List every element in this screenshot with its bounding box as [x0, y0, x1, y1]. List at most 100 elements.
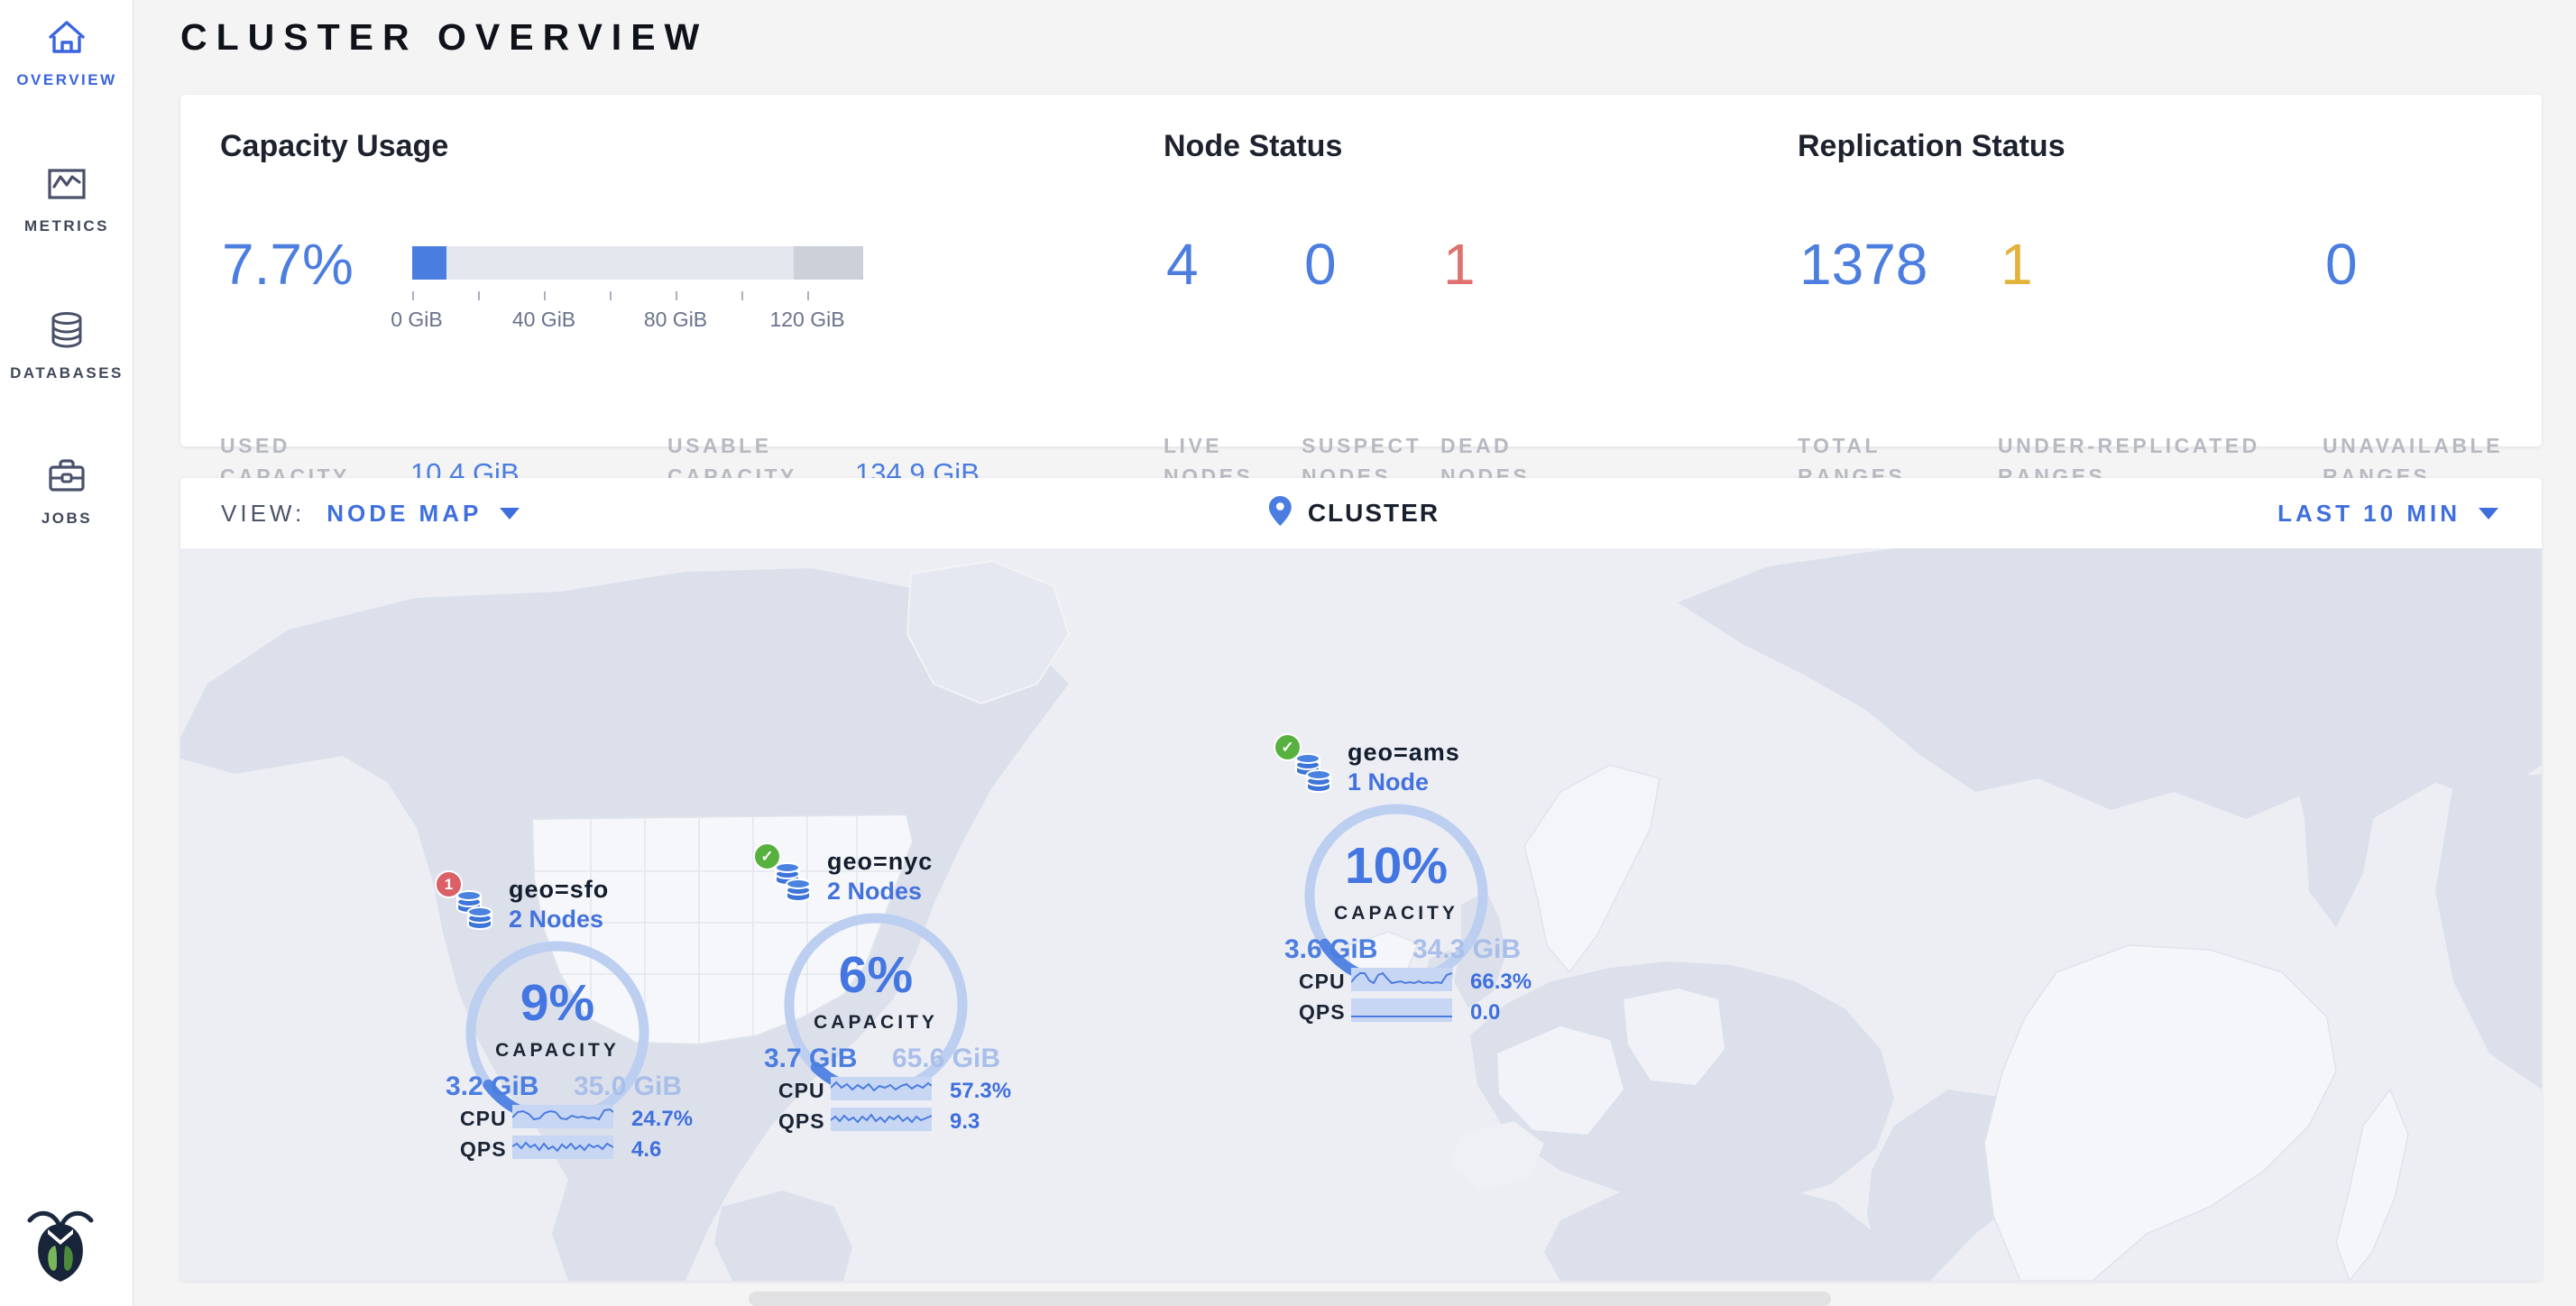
database-stack-icon [771, 859, 814, 908]
time-range-value: LAST 10 MIN [2277, 500, 2461, 528]
capacity-gauge: 10% CAPACITY [1297, 796, 1495, 995]
qps-label: QPS [1299, 1000, 1346, 1025]
qps-label: QPS [460, 1137, 507, 1162]
qps-sparkline [1351, 998, 1452, 1022]
axis-tick [676, 291, 677, 300]
sidebar: OVERVIEW METRICS DATABASES JOBS [0, 0, 133, 1306]
cpu-sparkline [1351, 968, 1452, 991]
node-status-title: Node Status [1164, 129, 1342, 164]
locality-name: geo=nyc [827, 848, 933, 876]
qps-label: QPS [778, 1109, 825, 1134]
view-label: VIEW: [221, 500, 305, 528]
sidebar-item-overview[interactable]: OVERVIEW [0, 18, 133, 89]
axis-tick [610, 291, 612, 300]
qps-row: QPS 0.0 [1279, 998, 1541, 1024]
gauge-percent: 9% [458, 973, 657, 1033]
cluster-overview-app: OVERVIEW METRICS DATABASES JOBS [0, 0, 2576, 1306]
used-capacity: 3.7 GiB [764, 1044, 857, 1074]
location-pin-icon [1269, 496, 1292, 530]
status-badge: ✓ [753, 842, 781, 870]
cpu-row: CPU 24.7% [440, 1105, 702, 1130]
home-icon [46, 18, 87, 60]
qps-value: 9.3 [950, 1109, 980, 1135]
capacity-bar-reserved [794, 246, 863, 280]
gauge-capacity-label: CAPACITY [1297, 903, 1495, 924]
gauge-percent: 10% [1297, 836, 1495, 896]
qps-value: 0.0 [1470, 1000, 1500, 1025]
node-map-card: VIEW: NODE MAP CLUSTER LAST 10 MIN [180, 478, 2542, 1281]
view-value: NODE MAP [327, 500, 482, 528]
axis-tick-label: 0 GiB [391, 308, 443, 332]
cpu-label: CPU [778, 1079, 825, 1103]
sidebar-item-jobs[interactable]: JOBS [0, 456, 133, 528]
total-capacity: 65.6 GiB [892, 1044, 1000, 1074]
locality-name: geo=sfo [509, 876, 609, 904]
cpu-label: CPU [1299, 970, 1346, 994]
used-capacity: 3.2 GiB [446, 1071, 538, 1102]
locality-marker[interactable]: 1 geo=sfo 2 Nodes [440, 878, 702, 1162]
cpu-sparkline [831, 1077, 932, 1100]
axis-tick [478, 291, 480, 300]
capacity-bar-fill [412, 246, 446, 280]
cpu-value: 57.3% [950, 1079, 1011, 1104]
locality-marker[interactable]: ✓ geo=nyc 2 Nodes [759, 850, 1020, 1134]
locality-marker[interactable]: ✓ geo=ams 1 Node [1279, 740, 1541, 1025]
suspect-nodes-value: 0 [1304, 232, 1337, 297]
axis-tick-label: 120 GiB [769, 308, 844, 332]
chevron-down-icon [2479, 508, 2498, 520]
database-stack-icon [453, 887, 496, 936]
axis-tick [544, 291, 546, 300]
replication-status-title: Replication Status [1798, 129, 2065, 164]
cpu-sparkline [512, 1105, 613, 1128]
cpu-row: CPU 66.3% [1279, 968, 1541, 993]
qps-row: QPS 4.6 [440, 1136, 702, 1161]
axis-tick-label: 40 GiB [512, 308, 575, 332]
qps-row: QPS 9.3 [759, 1108, 1020, 1133]
unavailable-value: 0 [2325, 232, 2358, 297]
page-title: CLUSTER OVERVIEW [180, 16, 708, 59]
sidebar-item-label: DATABASES [10, 364, 124, 382]
sidebar-item-metrics[interactable]: METRICS [0, 166, 133, 235]
capacity-percent: 7.7% [222, 232, 354, 297]
status-badge: ✓ [1274, 733, 1302, 761]
metrics-icon [46, 166, 87, 207]
qps-sparkline [512, 1136, 613, 1159]
time-range-dropdown[interactable]: LAST 10 MIN [2277, 478, 2498, 548]
capacity-gauge: 9% CAPACITY [458, 934, 657, 1132]
database-stack-icon [1292, 750, 1335, 799]
cpu-label: CPU [460, 1107, 507, 1131]
status-badge: 1 [435, 870, 463, 898]
capacity-bar [412, 246, 863, 280]
live-nodes-value: 4 [1166, 232, 1199, 297]
cpu-value: 24.7% [631, 1107, 693, 1132]
locality-node-count: 2 Nodes [509, 906, 603, 934]
locality-node-count: 1 Node [1348, 768, 1429, 796]
locality-node-count: 2 Nodes [827, 878, 922, 906]
total-capacity: 34.3 GiB [1412, 934, 1521, 965]
axis-tick [741, 291, 743, 300]
sidebar-item-databases[interactable]: DATABASES [0, 311, 133, 382]
chevron-down-icon [500, 508, 520, 520]
capacity-usage-title: Capacity Usage [220, 129, 448, 164]
dead-nodes-value: 1 [1443, 232, 1476, 297]
breadcrumb-label: CLUSTER [1308, 499, 1440, 528]
gauge-capacity-label: CAPACITY [777, 1012, 975, 1034]
world-map: 1 geo=sfo 2 Nodes [180, 548, 2542, 1281]
sidebar-item-label: METRICS [24, 217, 109, 235]
view-mode-dropdown[interactable]: VIEW: NODE MAP [221, 500, 520, 528]
jobs-icon [46, 456, 87, 499]
map-breadcrumb[interactable]: CLUSTER [1269, 478, 1440, 548]
qps-value: 4.6 [631, 1137, 661, 1163]
gauge-capacity-label: CAPACITY [458, 1040, 657, 1062]
capacity-gauge: 6% CAPACITY [777, 906, 975, 1104]
cpu-row: CPU 57.3% [759, 1077, 1020, 1102]
gauge-percent: 6% [777, 945, 975, 1005]
cockroachdb-logo [24, 1206, 97, 1282]
total-capacity: 35.0 GiB [574, 1071, 682, 1102]
horizontal-scrollbar[interactable] [749, 1292, 1831, 1306]
databases-icon [46, 311, 87, 354]
map-toolbar: VIEW: NODE MAP CLUSTER LAST 10 MIN [180, 478, 2542, 548]
axis-tick [412, 291, 414, 300]
locality-name: geo=ams [1348, 739, 1460, 767]
used-capacity: 3.6 GiB [1284, 934, 1377, 965]
